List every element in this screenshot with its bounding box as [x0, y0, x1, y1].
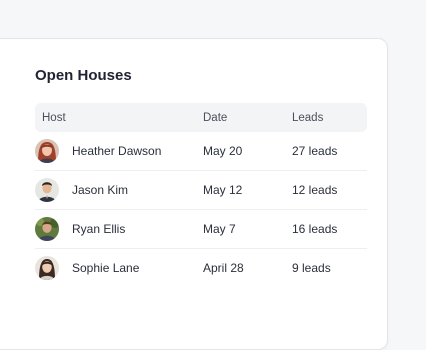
host-name: Ryan Ellis	[72, 222, 126, 236]
table-row[interactable]: Ryan Ellis May 7 16 leads	[35, 210, 367, 249]
avatar-woman-dark-hair-icon	[35, 256, 59, 280]
date-cell: May 12	[203, 183, 243, 197]
date-cell: May 7	[203, 222, 236, 236]
leads-cell: 9 leads	[292, 261, 331, 275]
table-row[interactable]: Sophie Lane April 28 9 leads	[35, 249, 367, 287]
leads-cell: 16 leads	[292, 222, 338, 236]
open-houses-card: Open Houses Host Date Leads Heather Daws…	[0, 38, 388, 350]
card-title: Open Houses	[35, 67, 132, 84]
leads-cell: 12 leads	[292, 183, 338, 197]
date-cell: April 28	[203, 261, 244, 275]
table-row[interactable]: Jason Kim May 12 12 leads	[35, 171, 367, 210]
table-row[interactable]: Heather Dawson May 20 27 leads	[35, 132, 367, 171]
column-header-date[interactable]: Date	[197, 112, 286, 124]
leads-cell: 27 leads	[292, 144, 338, 158]
host-name: Sophie Lane	[72, 261, 140, 275]
avatar-woman-red-hair-icon	[35, 139, 59, 163]
column-header-leads[interactable]: Leads	[286, 112, 367, 124]
host-cell: Sophie Lane	[35, 256, 197, 280]
avatar-man-outdoor-icon	[35, 217, 59, 241]
host-cell: Jason Kim	[35, 178, 197, 202]
host-cell: Ryan Ellis	[35, 217, 197, 241]
host-name: Heather Dawson	[72, 144, 162, 158]
table-header: Host Date Leads	[35, 103, 367, 132]
host-cell: Heather Dawson	[35, 139, 197, 163]
avatar-man-suit-icon	[35, 178, 59, 202]
column-header-host[interactable]: Host	[35, 112, 197, 124]
date-cell: May 20	[203, 144, 243, 158]
host-name: Jason Kim	[72, 183, 129, 197]
open-houses-table: Host Date Leads Heather Dawson May 20 27…	[35, 103, 367, 287]
